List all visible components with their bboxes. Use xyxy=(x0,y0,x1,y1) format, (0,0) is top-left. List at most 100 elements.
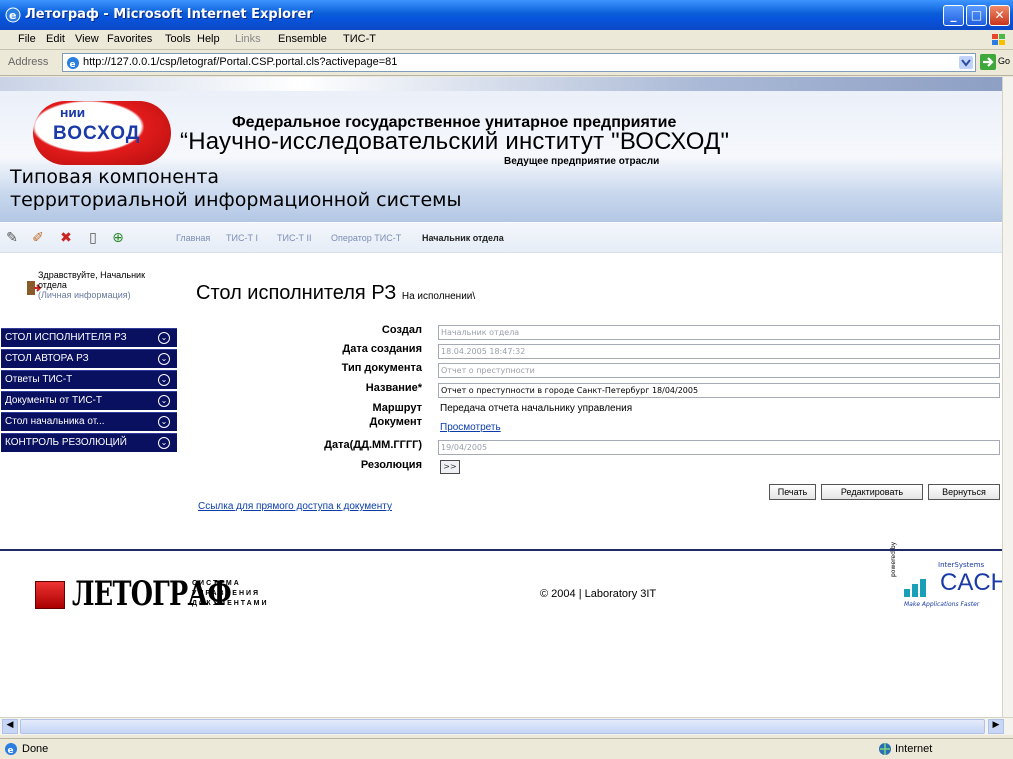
new-page-icon[interactable]: ▯ xyxy=(85,230,101,246)
system-title-line1: Типовая компонента xyxy=(10,166,220,188)
edit-button[interactable]: Редактировать xyxy=(821,484,923,500)
cache-logo: powered by InterSystems CACHÉ Make Appli… xyxy=(890,542,1002,617)
chevron-down-icon: ⌄ xyxy=(158,374,170,386)
menu-edit[interactable]: Edit xyxy=(46,33,65,45)
cache-bars-icon xyxy=(904,579,926,597)
cache-tagline: Make Applications Faster xyxy=(904,601,980,608)
system-tagline: СИСТЕМА УПРАВЛЕНИЯ ДОКУМЕНТАМИ xyxy=(192,579,269,609)
chevron-down-icon: ⌄ xyxy=(158,416,170,428)
org-title-line3: Ведущее предприятие отрасли xyxy=(504,156,660,167)
logo-voskhod: ВОСХОД xyxy=(53,123,141,144)
chevron-down-icon: ⌄ xyxy=(158,353,170,365)
nav-tis-t-1[interactable]: ТИС-Т I xyxy=(226,233,258,243)
link-ensemble[interactable]: Ensemble xyxy=(278,33,327,45)
windows-logo-icon xyxy=(992,34,1005,45)
svg-text:e: e xyxy=(70,60,76,70)
horizontal-scrollbar[interactable]: ◀ ▶ xyxy=(0,717,1013,735)
label-date: Дата(ДД.ММ.ГГГГ) xyxy=(324,439,422,451)
letograf-logo-icon xyxy=(35,581,65,609)
close-button[interactable]: ✕ xyxy=(989,5,1010,26)
add-page-icon[interactable]: ⊕ xyxy=(110,230,126,246)
view-document-link[interactable]: Просмотреть xyxy=(440,422,501,433)
nav-bar: ✎ ✐ ✖ ▯ ⊕ Главная ТИС-Т I ТИС-Т II Опера… xyxy=(0,223,1002,253)
maximize-button[interactable]: □ xyxy=(966,5,987,26)
direct-access-link[interactable]: Ссылка для прямого доступа к документу xyxy=(198,501,392,512)
print-button[interactable]: Печать xyxy=(769,484,816,500)
side-menu-item[interactable]: Документы от ТИС-Т ⌄ xyxy=(1,391,177,410)
label-document: Документ xyxy=(369,416,422,428)
tagline-line3: ДОКУМЕНТАМИ xyxy=(192,600,269,607)
side-menu: СТОЛ ИСПОЛНИТЕЛЯ РЗ ⌄ СТОЛ АВТОРА РЗ ⌄ Отв… xyxy=(1,328,177,454)
back-button[interactable]: Вернуться xyxy=(928,484,1000,500)
menu-help[interactable]: Help xyxy=(197,33,220,45)
menu-tools[interactable]: Tools xyxy=(165,33,191,45)
address-input[interactable]: e http://127.0.0.1/csp/letograf/Portal.C… xyxy=(62,53,976,72)
scroll-right-button[interactable]: ▶ xyxy=(988,719,1004,734)
menu-bar: File Edit View Favorites Tools Help Link… xyxy=(0,30,1013,50)
nav-operator[interactable]: Оператор ТИС-Т xyxy=(331,233,401,243)
field-created-date: 18.04.2005 18:47:32 xyxy=(438,344,1000,359)
greeting-line2: отдела xyxy=(38,280,67,290)
vertical-scrollbar[interactable] xyxy=(1002,77,1013,717)
go-label[interactable]: Go xyxy=(998,56,1010,66)
side-menu-label: Ответы ТИС-Т xyxy=(5,374,73,385)
side-menu-label: СТОЛ АВТОРА РЗ xyxy=(5,353,89,364)
logo-nii: НИИ xyxy=(60,109,86,120)
svg-text:e: e xyxy=(9,9,16,22)
greeting-line1: Здравствуйте, Начальник xyxy=(38,270,146,280)
side-menu-item[interactable]: СТОЛ АВТОРА РЗ ⌄ xyxy=(1,349,177,368)
page-title-text: Стол исполнителя РЗ xyxy=(196,282,397,304)
field-date[interactable]: 19/04/2005 xyxy=(438,440,1000,455)
tagline-line1: СИСТЕМА xyxy=(192,580,241,587)
tools-icon[interactable]: ✖ xyxy=(58,230,74,246)
org-title-line2: “Научно-исследовательский институт "ВОСХ… xyxy=(180,128,730,155)
personal-info-link[interactable]: (Личная информация) xyxy=(38,290,178,300)
label-route: Маршрут xyxy=(372,402,422,414)
field-created-by: Начальник отдела xyxy=(438,325,1000,340)
tagline-line2: УПРАВЛЕНИЯ xyxy=(192,590,261,597)
side-menu-item[interactable]: Стол начальника от... ⌄ xyxy=(1,412,177,431)
label-name: Название* xyxy=(365,382,422,394)
route-value: Передача отчета начальнику управления xyxy=(440,403,633,414)
greeting: Здравствуйте, Начальник отдела (Личная и… xyxy=(38,270,178,300)
address-bar: Address e http://127.0.0.1/csp/letograf/… xyxy=(0,50,1013,76)
status-bar: e Done Internet xyxy=(0,738,1013,759)
address-label: Address xyxy=(8,56,49,68)
nav-department-head[interactable]: Начальник отдела xyxy=(422,233,504,243)
field-name[interactable]: Отчет о преступности в городе Санкт-Пете… xyxy=(438,383,1000,398)
page-title: Стол исполнителя РЗ На исполнении\ xyxy=(196,282,475,305)
link-tis-t[interactable]: ТИС-Т xyxy=(343,33,376,45)
page-icon: e xyxy=(67,57,79,70)
menu-favorites[interactable]: Favorites xyxy=(107,33,152,45)
scroll-thumb[interactable] xyxy=(20,719,985,734)
label-resolution: Резолюция xyxy=(360,459,422,471)
footer: ЛЕТОГРАФ СИСТЕМА УПРАВЛЕНИЯ ДОКУМЕНТАМИ … xyxy=(0,542,1002,639)
side-menu-item[interactable]: СТОЛ ИСПОЛНИТЕЛЯ РЗ ⌄ xyxy=(1,328,177,347)
copyright: © 2004 | Laboratory 3IT xyxy=(540,588,657,600)
go-arrow-icon[interactable] xyxy=(980,54,996,70)
chevron-down-icon[interactable] xyxy=(959,56,973,69)
minimize-button[interactable]: _ xyxy=(943,5,964,26)
intersystems-label: InterSystems xyxy=(938,561,985,569)
nav-home[interactable]: Главная xyxy=(176,233,210,243)
nav-tis-t-2[interactable]: ТИС-Т II xyxy=(277,233,311,243)
resolution-button[interactable]: >> xyxy=(440,460,460,474)
site-banner: НИИ ВОСХОД Федеральное государственное у… xyxy=(0,77,1002,222)
voskhod-logo: НИИ ВОСХОД xyxy=(33,101,171,165)
side-menu-label: Стол начальника от... xyxy=(5,416,105,427)
pen-icon[interactable]: ✎ xyxy=(4,230,20,246)
banner-stripe xyxy=(0,77,1002,91)
links-label: Links xyxy=(235,33,261,45)
title-bar: e Летограф - Microsoft Internet Explorer… xyxy=(0,0,1013,30)
side-menu-item[interactable]: КОНТРОЛЬ РЕЗОЛЮЦИЙ ⌄ xyxy=(1,433,177,452)
page-subtitle: На исполнении\ xyxy=(401,291,476,302)
system-title-line2: территориальной информационной системы xyxy=(10,189,462,211)
brush-icon[interactable]: ✐ xyxy=(30,230,46,246)
menu-view[interactable]: View xyxy=(75,33,99,45)
field-doc-type: Отчет о преступности xyxy=(438,363,1000,378)
menu-file[interactable]: File xyxy=(18,33,36,45)
globe-icon xyxy=(879,743,891,755)
scroll-left-button[interactable]: ◀ xyxy=(2,719,18,734)
side-menu-item[interactable]: Ответы ТИС-Т ⌄ xyxy=(1,370,177,389)
label-created-date: Дата создания xyxy=(342,343,422,355)
